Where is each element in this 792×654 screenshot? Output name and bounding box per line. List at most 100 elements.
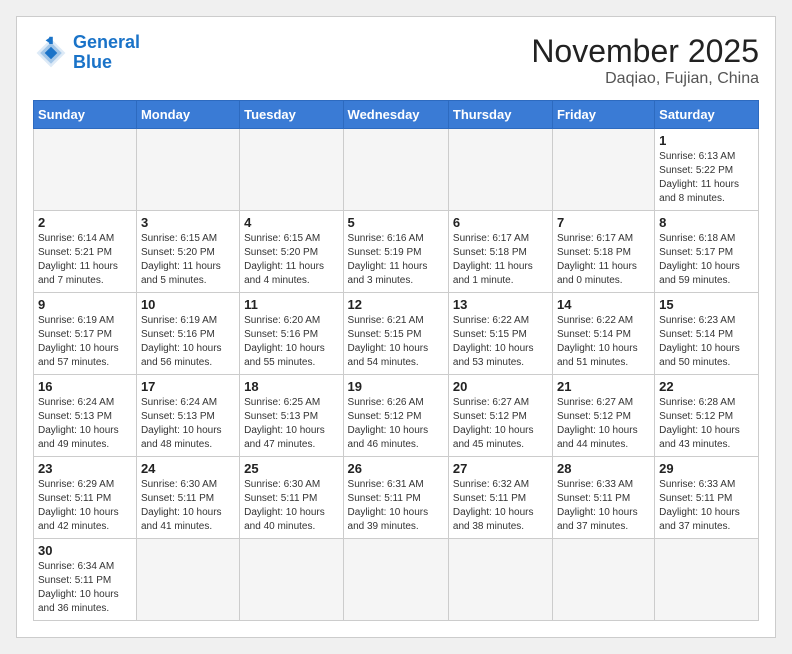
calendar-cell xyxy=(240,539,343,621)
day-info: Sunrise: 6:18 AM Sunset: 5:17 PM Dayligh… xyxy=(659,232,754,288)
weekday-header-thursday: Thursday xyxy=(448,101,552,129)
calendar-week-5: 30 Sunrise: 6:34 AM Sunset: 5:11 PM Dayli… xyxy=(34,539,759,621)
calendar-title: November 2025 xyxy=(531,33,759,70)
calendar-cell: 13Sunrise: 6:22 AM Sunset: 5:15 PM Dayli… xyxy=(448,293,552,375)
day-info: Sunrise: 6:32 AM Sunset: 5:11 PM Dayligh… xyxy=(453,478,548,534)
day-number: 15 xyxy=(659,297,754,312)
day-number: 1 xyxy=(659,133,754,148)
day-number: 7 xyxy=(557,215,650,230)
calendar-cell xyxy=(343,539,448,621)
header: General Blue November 2025 Daqiao, Fujia… xyxy=(33,33,759,88)
day-number: 11 xyxy=(244,297,338,312)
calendar-cell xyxy=(136,129,239,211)
calendar-cell: 29 Sunrise: 6:33 AM Sunset: 5:11 PM Dayli… xyxy=(655,457,759,539)
day-number: 2 xyxy=(38,215,132,230)
day-info: Sunrise: 6:15 AM Sunset: 5:20 PM Dayligh… xyxy=(244,232,338,288)
title-block: November 2025 Daqiao, Fujian, China xyxy=(531,33,759,88)
day-number: 28 xyxy=(557,461,650,476)
day-info: Sunrise: 6:13 AM Sunset: 5:22 PM Dayligh… xyxy=(659,150,754,206)
calendar-cell xyxy=(34,129,137,211)
calendar-cell: 28 Sunrise: 6:33 AM Sunset: 5:11 PM Dayli… xyxy=(552,457,654,539)
calendar-subtitle: Daqiao, Fujian, China xyxy=(531,70,759,88)
day-number: 6 xyxy=(453,215,548,230)
weekday-header-wednesday: Wednesday xyxy=(343,101,448,129)
calendar-cell: 12Sunrise: 6:21 AM Sunset: 5:15 PM Dayli… xyxy=(343,293,448,375)
day-number: 8 xyxy=(659,215,754,230)
calendar-cell xyxy=(448,129,552,211)
calendar-cell xyxy=(655,539,759,621)
calendar-cell: 9Sunrise: 6:19 AM Sunset: 5:17 PM Daylig… xyxy=(34,293,137,375)
day-info: Sunrise: 6:27 AM Sunset: 5:12 PM Dayligh… xyxy=(453,396,548,452)
calendar-cell xyxy=(552,129,654,211)
calendar-week-3: 16 Sunrise: 6:24 AM Sunset: 5:13 PM Dayli… xyxy=(34,375,759,457)
day-number: 18 xyxy=(244,379,338,394)
day-info: Sunrise: 6:25 AM Sunset: 5:13 PM Dayligh… xyxy=(244,396,338,452)
day-info: Sunrise: 6:30 AM Sunset: 5:11 PM Dayligh… xyxy=(141,478,235,534)
day-info: Sunrise: 6:33 AM Sunset: 5:11 PM Dayligh… xyxy=(557,478,650,534)
day-number: 20 xyxy=(453,379,548,394)
calendar-cell: 3 Sunrise: 6:15 AM Sunset: 5:20 PM Daylig… xyxy=(136,211,239,293)
day-number: 5 xyxy=(348,215,444,230)
day-number: 14 xyxy=(557,297,650,312)
weekday-header-row: SundayMondayTuesdayWednesdayThursdayFrid… xyxy=(34,101,759,129)
day-info: Sunrise: 6:27 AM Sunset: 5:12 PM Dayligh… xyxy=(557,396,650,452)
calendar-cell: 18 Sunrise: 6:25 AM Sunset: 5:13 PM Dayli… xyxy=(240,375,343,457)
day-info: Sunrise: 6:19 AM Sunset: 5:17 PM Dayligh… xyxy=(38,314,132,370)
calendar-cell: 8 Sunrise: 6:18 AM Sunset: 5:17 PM Daylig… xyxy=(655,211,759,293)
calendar-cell: 16 Sunrise: 6:24 AM Sunset: 5:13 PM Dayli… xyxy=(34,375,137,457)
day-number: 27 xyxy=(453,461,548,476)
day-info: Sunrise: 6:28 AM Sunset: 5:12 PM Dayligh… xyxy=(659,396,754,452)
calendar-cell: 7Sunrise: 6:17 AM Sunset: 5:18 PM Daylig… xyxy=(552,211,654,293)
calendar-cell: 2Sunrise: 6:14 AM Sunset: 5:21 PM Daylig… xyxy=(34,211,137,293)
day-info: Sunrise: 6:20 AM Sunset: 5:16 PM Dayligh… xyxy=(244,314,338,370)
weekday-header-friday: Friday xyxy=(552,101,654,129)
calendar-cell: 1 Sunrise: 6:13 AM Sunset: 5:22 PM Daylig… xyxy=(655,129,759,211)
calendar-cell: 21Sunrise: 6:27 AM Sunset: 5:12 PM Dayli… xyxy=(552,375,654,457)
calendar-cell xyxy=(136,539,239,621)
page: General Blue November 2025 Daqiao, Fujia… xyxy=(16,16,776,638)
day-number: 24 xyxy=(141,461,235,476)
calendar-cell xyxy=(552,539,654,621)
day-info: Sunrise: 6:30 AM Sunset: 5:11 PM Dayligh… xyxy=(244,478,338,534)
weekday-header-saturday: Saturday xyxy=(655,101,759,129)
logo-text: General Blue xyxy=(73,33,140,73)
calendar-cell xyxy=(343,129,448,211)
day-info: Sunrise: 6:24 AM Sunset: 5:13 PM Dayligh… xyxy=(38,396,132,452)
day-info: Sunrise: 6:34 AM Sunset: 5:11 PM Dayligh… xyxy=(38,560,132,616)
day-info: Sunrise: 6:22 AM Sunset: 5:14 PM Dayligh… xyxy=(557,314,650,370)
calendar-cell: 27 Sunrise: 6:32 AM Sunset: 5:11 PM Dayli… xyxy=(448,457,552,539)
calendar-cell: 6Sunrise: 6:17 AM Sunset: 5:18 PM Daylig… xyxy=(448,211,552,293)
calendar-cell: 23Sunrise: 6:29 AM Sunset: 5:11 PM Dayli… xyxy=(34,457,137,539)
day-info: Sunrise: 6:31 AM Sunset: 5:11 PM Dayligh… xyxy=(348,478,444,534)
day-info: Sunrise: 6:26 AM Sunset: 5:12 PM Dayligh… xyxy=(348,396,444,452)
calendar-cell: 26Sunrise: 6:31 AM Sunset: 5:11 PM Dayli… xyxy=(343,457,448,539)
day-info: Sunrise: 6:22 AM Sunset: 5:15 PM Dayligh… xyxy=(453,314,548,370)
logo-line2: Blue xyxy=(73,52,112,72)
day-info: Sunrise: 6:33 AM Sunset: 5:11 PM Dayligh… xyxy=(659,478,754,534)
day-number: 16 xyxy=(38,379,132,394)
calendar-week-0: 1 Sunrise: 6:13 AM Sunset: 5:22 PM Daylig… xyxy=(34,129,759,211)
day-number: 29 xyxy=(659,461,754,476)
calendar-table: SundayMondayTuesdayWednesdayThursdayFrid… xyxy=(33,100,759,621)
weekday-header-monday: Monday xyxy=(136,101,239,129)
calendar-week-2: 9Sunrise: 6:19 AM Sunset: 5:17 PM Daylig… xyxy=(34,293,759,375)
day-info: Sunrise: 6:23 AM Sunset: 5:14 PM Dayligh… xyxy=(659,314,754,370)
day-info: Sunrise: 6:15 AM Sunset: 5:20 PM Dayligh… xyxy=(141,232,235,288)
day-number: 19 xyxy=(348,379,444,394)
calendar-cell: 20 Sunrise: 6:27 AM Sunset: 5:12 PM Dayli… xyxy=(448,375,552,457)
calendar-cell: 30 Sunrise: 6:34 AM Sunset: 5:11 PM Dayli… xyxy=(34,539,137,621)
calendar-cell: 22Sunrise: 6:28 AM Sunset: 5:12 PM Dayli… xyxy=(655,375,759,457)
calendar-week-1: 2Sunrise: 6:14 AM Sunset: 5:21 PM Daylig… xyxy=(34,211,759,293)
weekday-header-sunday: Sunday xyxy=(34,101,137,129)
day-number: 3 xyxy=(141,215,235,230)
calendar-cell: 25 Sunrise: 6:30 AM Sunset: 5:11 PM Dayli… xyxy=(240,457,343,539)
day-info: Sunrise: 6:29 AM Sunset: 5:11 PM Dayligh… xyxy=(38,478,132,534)
calendar-cell: 10Sunrise: 6:19 AM Sunset: 5:16 PM Dayli… xyxy=(136,293,239,375)
calendar-cell: 4Sunrise: 6:15 AM Sunset: 5:20 PM Daylig… xyxy=(240,211,343,293)
calendar-cell: 14 Sunrise: 6:22 AM Sunset: 5:14 PM Dayli… xyxy=(552,293,654,375)
calendar-cell: 5Sunrise: 6:16 AM Sunset: 5:19 PM Daylig… xyxy=(343,211,448,293)
day-info: Sunrise: 6:24 AM Sunset: 5:13 PM Dayligh… xyxy=(141,396,235,452)
day-number: 10 xyxy=(141,297,235,312)
day-number: 25 xyxy=(244,461,338,476)
day-number: 30 xyxy=(38,543,132,558)
